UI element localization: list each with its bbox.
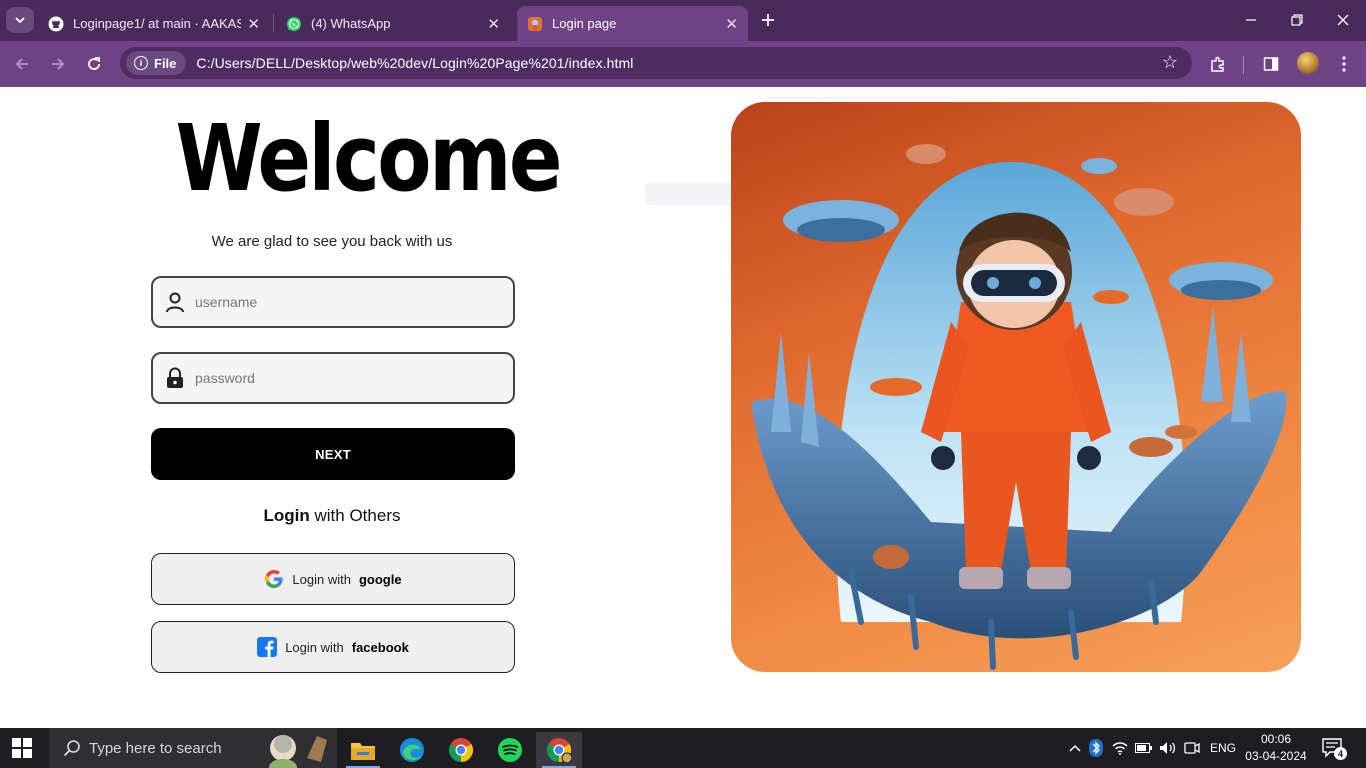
browser-menu-button[interactable]	[1332, 52, 1356, 76]
reload-button[interactable]	[81, 51, 107, 77]
volume-icon[interactable]	[1156, 741, 1180, 755]
with-others-text: with Others	[309, 506, 401, 525]
bluetooth-icon[interactable]	[1084, 739, 1108, 757]
login-bold-text: Login	[263, 506, 310, 525]
facebook-prefix-text: Login with	[285, 639, 344, 655]
search-icon	[63, 740, 80, 757]
astronaut-kid-illustration	[751, 144, 1287, 670]
subtitle: We are glad to see you back with us	[211, 233, 453, 250]
google-login-button[interactable]: Login with google	[151, 553, 515, 605]
restore-icon	[1291, 14, 1303, 26]
chevron-up-icon[interactable]	[1066, 744, 1084, 752]
hero-illustration	[731, 102, 1301, 672]
next-button[interactable]: NEXT	[151, 428, 515, 480]
github-icon	[48, 16, 64, 31]
username-input[interactable]	[195, 294, 495, 310]
chevron-down-icon	[15, 17, 25, 24]
windows-taskbar: Type here to search ENG 00:06 03-04-2024…	[0, 728, 1366, 768]
tab-strip: Loginpage1/ at main · AAKASH ✕ (4) Whats…	[0, 0, 1366, 41]
back-button[interactable]	[9, 51, 35, 77]
taskbar-chrome-profile[interactable]	[536, 732, 582, 768]
clock-date: 03-04-2024	[1245, 749, 1307, 763]
tab-search-button[interactable]	[6, 7, 34, 33]
tab-title: (4) WhatsApp	[311, 16, 391, 31]
google-brand-text: google	[358, 571, 402, 587]
arrow-left-icon	[15, 58, 28, 70]
restore-button[interactable]	[1282, 8, 1312, 32]
whatsapp-icon	[287, 16, 301, 31]
spotify-icon	[498, 738, 522, 762]
search-placeholder: Type here to search	[89, 739, 222, 757]
tab-github[interactable]: Loginpage1/ at main · AAKASH ✕	[38, 6, 270, 41]
bookmark-star-icon[interactable]: ☆	[1162, 52, 1178, 73]
side-panel-button[interactable]	[1259, 52, 1283, 76]
puzzle-icon	[1211, 56, 1224, 72]
extensions-button[interactable]	[1206, 52, 1230, 76]
edge-icon	[400, 738, 424, 762]
site-info-chip[interactable]: i File	[126, 51, 187, 75]
close-window-button[interactable]	[1328, 8, 1358, 32]
tab-divider	[273, 14, 274, 32]
tab-title: Loginpage1/ at main · AAKASH	[73, 16, 242, 31]
wifi-icon[interactable]	[1108, 741, 1132, 755]
kebab-menu-icon	[1342, 56, 1346, 72]
facebook-login-button[interactable]: Login with facebook	[151, 621, 515, 673]
taskbar-edge[interactable]	[389, 732, 435, 768]
page-title: Welcome	[175, 105, 562, 212]
arrow-right-icon	[52, 58, 65, 70]
toolbar-divider	[1243, 56, 1244, 74]
folder-icon	[351, 743, 375, 760]
password-field[interactable]	[151, 352, 515, 404]
username-field[interactable]	[151, 276, 515, 328]
login-page: Welcome We are glad to see you back with…	[0, 87, 1366, 728]
meet-now-icon[interactable]	[1180, 741, 1204, 755]
profile-avatar[interactable]	[1297, 52, 1319, 74]
login-with-others-heading: Login with Others	[150, 506, 514, 526]
notification-count-badge: 4	[1334, 747, 1347, 760]
close-tab-icon[interactable]: ✕	[247, 15, 260, 33]
clock-time: 00:06	[1260, 732, 1292, 746]
tab-whatsapp[interactable]: (4) WhatsApp ✕	[276, 6, 510, 41]
close-tab-icon[interactable]: ✕	[725, 15, 738, 33]
chrome-icon	[448, 738, 474, 762]
system-clock[interactable]: 00:06 03-04-2024	[1244, 731, 1308, 765]
taskbar-file-explorer[interactable]	[340, 732, 386, 768]
taskbar-chrome[interactable]	[438, 732, 484, 768]
language-indicator[interactable]: ENG	[1210, 741, 1236, 755]
lock-icon	[164, 367, 186, 389]
chrome-profile-icon	[546, 738, 572, 763]
search-highlight-illustration-icon	[269, 735, 327, 768]
site-info-label: File	[154, 55, 177, 71]
reload-icon	[88, 57, 100, 70]
system-tray: ENG	[1066, 728, 1236, 768]
browser-toolbar: i File C:/Users/DELL/Desktop/web%20dev/L…	[0, 41, 1366, 87]
facebook-icon	[257, 637, 278, 657]
taskbar-search-box[interactable]: Type here to search	[49, 728, 337, 768]
close-icon	[1337, 14, 1349, 26]
battery-icon[interactable]	[1132, 743, 1156, 753]
close-tab-icon[interactable]: ✕	[487, 15, 500, 33]
user-icon	[164, 291, 186, 313]
info-icon: i	[134, 56, 148, 70]
google-prefix-text: Login with	[292, 571, 351, 587]
forward-button[interactable]	[45, 51, 71, 77]
address-bar[interactable]: i File C:/Users/DELL/Desktop/web%20dev/L…	[120, 47, 1192, 79]
minimize-icon	[1246, 19, 1256, 21]
plus-icon	[762, 14, 774, 26]
taskbar-spotify[interactable]	[487, 732, 533, 768]
facebook-brand-text: facebook	[351, 639, 409, 655]
tab-login-page[interactable]: Login page ✕	[517, 6, 748, 41]
side-panel-icon	[1263, 57, 1279, 71]
new-tab-button[interactable]	[757, 8, 779, 32]
google-icon	[264, 569, 284, 589]
page-favicon-icon	[528, 16, 542, 31]
url-text[interactable]: C:/Users/DELL/Desktop/web%20dev/Login%20…	[196, 55, 633, 71]
windows-start-icon[interactable]	[12, 738, 32, 758]
tab-title: Login page	[552, 16, 617, 31]
password-input[interactable]	[195, 370, 495, 386]
notification-center-button[interactable]: 4	[1322, 738, 1347, 760]
minimize-button[interactable]	[1236, 8, 1266, 32]
